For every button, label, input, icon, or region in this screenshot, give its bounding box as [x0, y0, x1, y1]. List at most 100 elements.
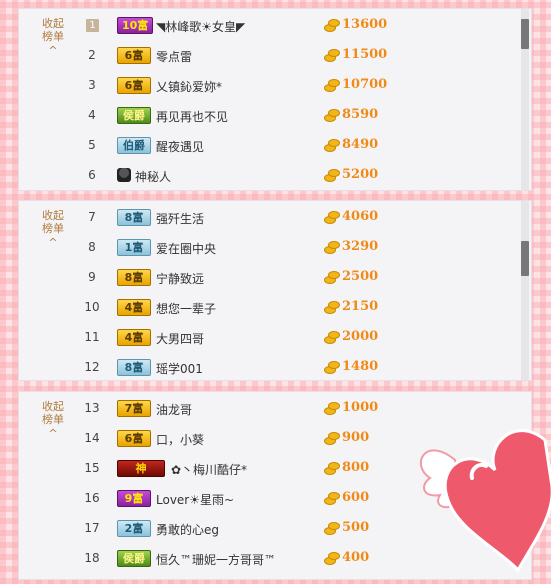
leaderboard-row[interactable]: 11 4富 大男四哥 2000: [19, 327, 531, 349]
user-name[interactable]: 神秘人: [135, 168, 171, 185]
coin-icon: [324, 330, 340, 344]
user-name[interactable]: 大男四哥: [156, 330, 204, 347]
coin-icon: [324, 431, 340, 445]
coin-amount: 900: [342, 430, 370, 445]
coin-icon: [324, 521, 340, 535]
wealth-badge: 1富: [117, 239, 151, 256]
coin-icon: [324, 210, 340, 224]
rank-number: 9: [88, 270, 96, 284]
coin-amount: 1000: [342, 400, 379, 415]
coin-icon: [324, 461, 340, 475]
coin-icon: [324, 168, 340, 182]
coin-amount: 2150: [342, 299, 379, 314]
user-name[interactable]: 零点雷: [156, 48, 192, 65]
coin-amount: 10700: [342, 77, 388, 92]
wealth-badge: 7富: [117, 400, 151, 417]
leaderboard-row[interactable]: 7 8富 强歼生活 4060: [19, 207, 531, 229]
leaderboard-row[interactable]: 12 8富 瑶学001 1480: [19, 357, 531, 379]
leaderboard-row[interactable]: 9 8富 宁静致远 2500: [19, 267, 531, 289]
rank-number: 18: [84, 551, 100, 565]
user-name[interactable]: 爱在圈中央: [156, 240, 216, 257]
mystery-person-icon: [117, 168, 131, 182]
user-name[interactable]: 想您一辈子: [156, 300, 216, 317]
wealth-badge: 神: [117, 460, 165, 477]
rank-number: 13: [84, 401, 100, 415]
wealth-badge: 6富: [117, 47, 151, 64]
rank-number: 11: [84, 330, 100, 344]
rank-number: 7: [88, 210, 96, 224]
coin-icon: [324, 48, 340, 62]
user-name[interactable]: 油龙哥: [156, 401, 192, 418]
coin-amount: 2000: [342, 329, 379, 344]
user-name[interactable]: 瑶学001: [156, 360, 203, 377]
leaderboard-row[interactable]: 6 神秘人 5200: [19, 165, 531, 187]
scrollbar[interactable]: [521, 9, 529, 190]
coin-amount: 11500: [342, 47, 388, 62]
wealth-badge: 6富: [117, 430, 151, 447]
coin-icon: [324, 551, 340, 565]
leaderboard-row[interactable]: 1 10富 ◥林峰歌☀女皇◤ 13600: [19, 15, 531, 37]
rank-number: 10: [84, 300, 100, 314]
coin-icon: [324, 108, 340, 122]
rank-number: 17: [84, 521, 100, 535]
wealth-badge: 6富: [117, 77, 151, 94]
user-name[interactable]: 强歼生活: [156, 210, 204, 227]
leaderboard-row[interactable]: 10 4富 想您一辈子 2150: [19, 297, 531, 319]
user-name[interactable]: 再见再也不见: [156, 108, 228, 125]
coin-amount: 3290: [342, 239, 379, 254]
coin-icon: [324, 491, 340, 505]
rank-number: 15: [84, 461, 100, 475]
user-name[interactable]: Lover☀星雨~: [156, 491, 234, 508]
coin-icon: [324, 78, 340, 92]
rank-number: 2: [88, 48, 96, 62]
wealth-badge: 2富: [117, 520, 151, 537]
wealth-badge: 10富: [117, 17, 154, 34]
leaderboard-row[interactable]: 3 6富 乂镇鈊爱妳* 10700: [19, 75, 531, 97]
coin-amount: 600: [342, 490, 370, 505]
wealth-badge: 8富: [117, 209, 151, 226]
user-name[interactable]: ✿丶梅川酷仔*: [171, 461, 247, 478]
coin-icon: [324, 360, 340, 374]
rank-number: 12: [84, 360, 100, 374]
wealth-badge: 8富: [117, 359, 151, 376]
scrollbar-thumb[interactable]: [521, 19, 529, 49]
leaderboard-row[interactable]: 2 6富 零点雷 11500: [19, 45, 531, 67]
coin-amount: 500: [342, 520, 370, 535]
wealth-badge: 9富: [117, 490, 151, 507]
leaderboard-row[interactable]: 5 伯爵 醒夜遇见 8490: [19, 135, 531, 157]
coin-amount: 800: [342, 460, 370, 475]
coin-amount: 13600: [342, 17, 388, 32]
scrollbar-thumb[interactable]: [521, 241, 529, 276]
user-name[interactable]: 恒久™珊妮一方哥哥™: [156, 551, 276, 568]
rank-number: 3: [88, 78, 96, 92]
user-name[interactable]: 醒夜遇见: [156, 138, 204, 155]
wealth-badge: 8富: [117, 269, 151, 286]
rank-number: 14: [84, 431, 100, 445]
coin-icon: [324, 401, 340, 415]
rank-number: 8: [88, 240, 96, 254]
coin-amount: 400: [342, 550, 370, 565]
coin-amount: 8590: [342, 107, 379, 122]
coin-icon: [324, 18, 340, 32]
wealth-badge: 4富: [117, 329, 151, 346]
leaderboard-row[interactable]: 4 侯爵 再见再也不见 8590: [19, 105, 531, 127]
wealth-badge: 伯爵: [117, 137, 151, 154]
coin-icon: [324, 138, 340, 152]
rank-number: 6: [88, 168, 96, 182]
leaderboard-panel-2: 收起 榜单 ^ 7 8富 强歼生活 4060 8 1富 爱在圈中央 3290 9 8富 宁静致远 25…: [18, 200, 532, 381]
user-name[interactable]: 乂镇鈊爱妳*: [156, 78, 222, 95]
leaderboard-row[interactable]: 8 1富 爱在圈中央 3290: [19, 237, 531, 259]
wealth-badge: 侯爵: [117, 550, 151, 567]
wealth-badge: 4富: [117, 299, 151, 316]
user-name[interactable]: 口，小葵: [156, 431, 204, 448]
coin-icon: [324, 270, 340, 284]
user-name[interactable]: 宁静致远: [156, 270, 204, 287]
rank-number: 5: [88, 138, 96, 152]
user-name[interactable]: ◥林峰歌☀女皇◤: [156, 18, 245, 35]
wealth-badge: 侯爵: [117, 107, 151, 124]
coin-amount: 1480: [342, 359, 379, 374]
user-name[interactable]: 勇敢的心eg: [156, 521, 219, 538]
coin-amount: 4060: [342, 209, 379, 224]
scrollbar[interactable]: [521, 201, 529, 380]
coin-amount: 5200: [342, 167, 379, 182]
